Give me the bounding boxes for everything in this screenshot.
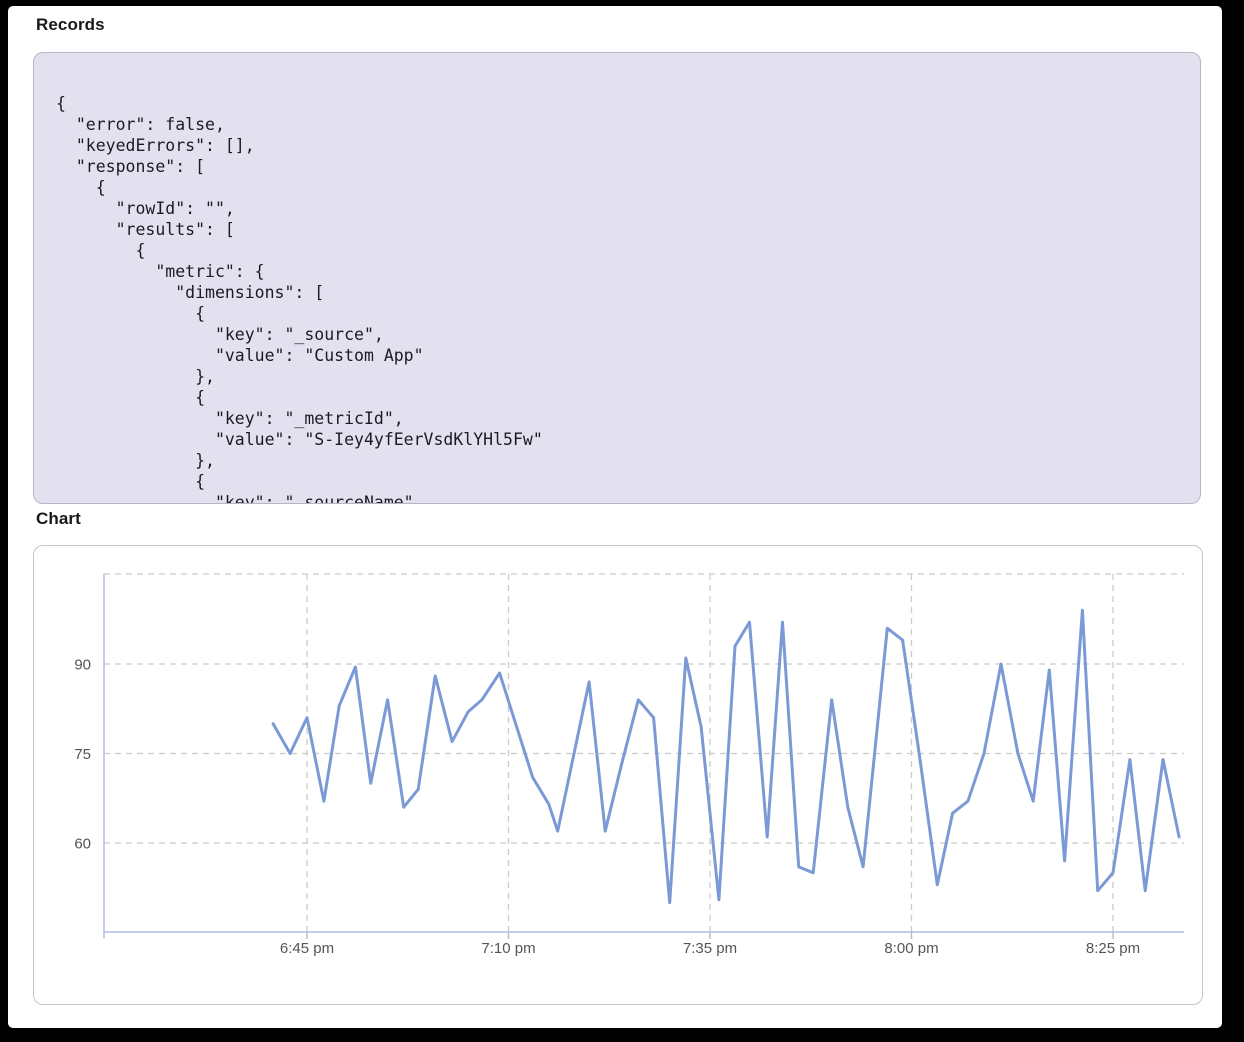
y-tick-label: 60: [74, 836, 91, 853]
chart-canvas[interactable]: 90 75 60 6:45 pm 7:10 pm 7:35 pm 8:00 pm 8:25 p…: [34, 546, 1202, 1004]
y-tick-label: 75: [74, 746, 91, 763]
x-tick-label: 6:45 pm: [280, 940, 334, 957]
x-tick-label: 7:10 pm: [481, 940, 535, 957]
series-line: [273, 610, 1179, 902]
x-tick-label: 8:00 pm: [884, 940, 938, 957]
chart-card: 90 75 60 6:45 pm 7:10 pm 7:35 pm 8:00 pm 8:25 p…: [33, 545, 1203, 1005]
chart-title: Chart: [36, 509, 81, 529]
records-code: { "error": false, "keyedErrors": [], "re…: [34, 53, 1200, 504]
records-panel[interactable]: { "error": false, "keyedErrors": [], "re…: [33, 52, 1201, 504]
y-tick-label: 90: [74, 657, 91, 674]
x-tick-label: 8:25 pm: [1086, 940, 1140, 957]
page: Records { "error": false, "keyedErrors":…: [8, 6, 1222, 1028]
records-title: Records: [36, 15, 105, 35]
x-tick-label: 7:35 pm: [683, 940, 737, 957]
